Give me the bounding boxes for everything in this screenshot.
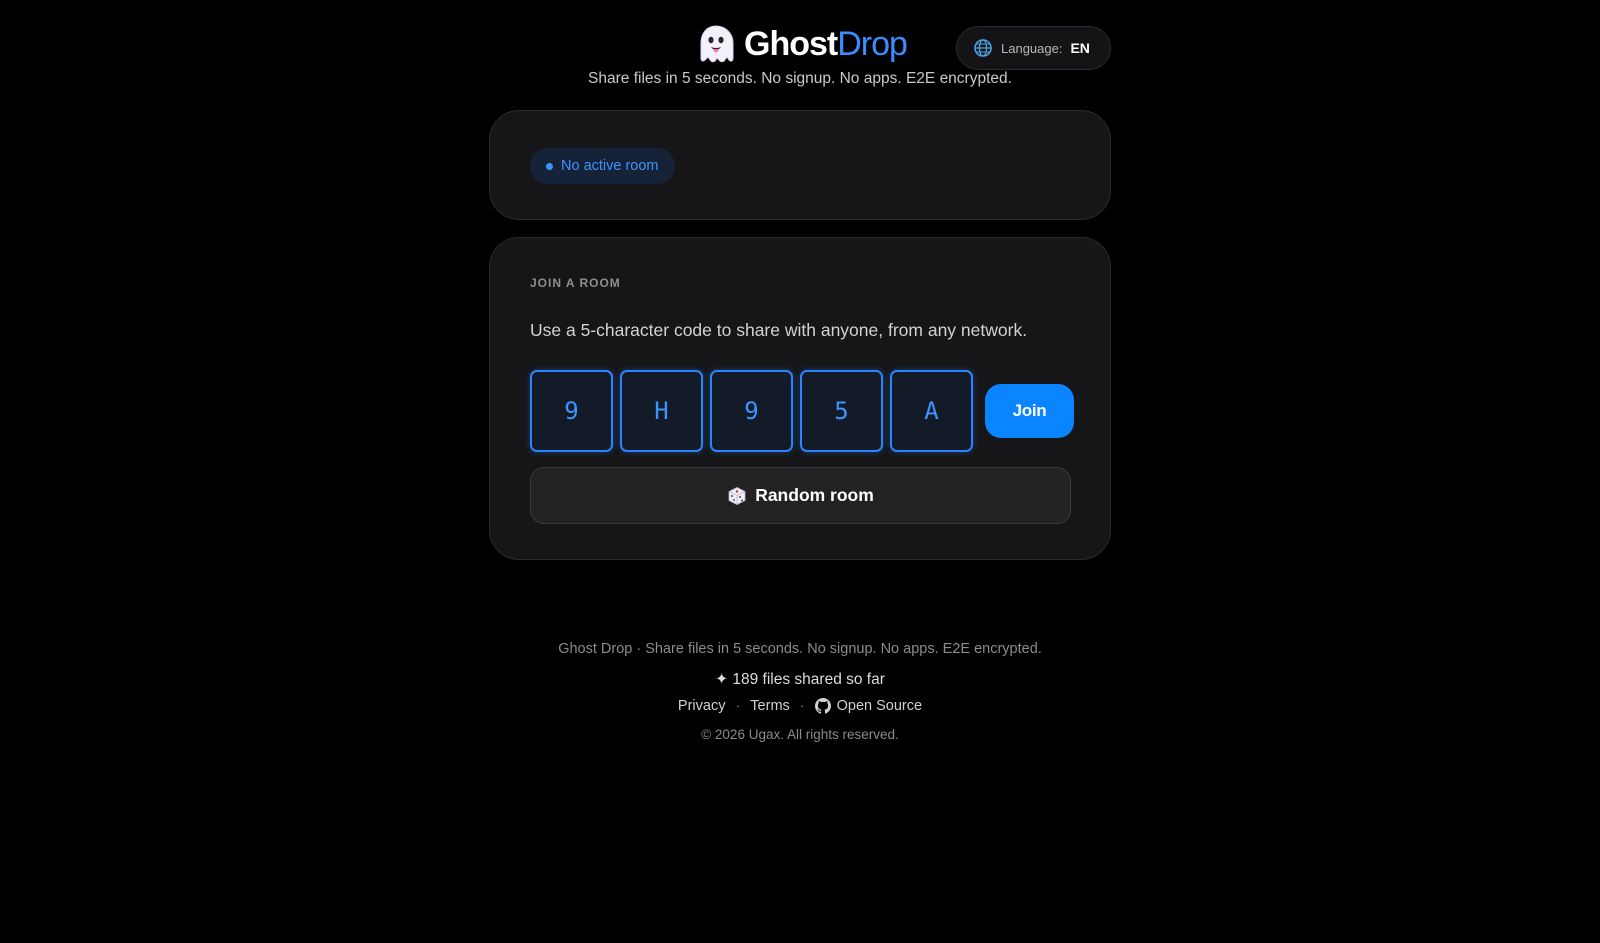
privacy-link[interactable]: Privacy bbox=[678, 698, 726, 714]
language-value: EN bbox=[1070, 40, 1090, 56]
open-source-label: Open Source bbox=[836, 698, 923, 714]
ghost-icon bbox=[700, 25, 734, 63]
room-status-card: No active room bbox=[489, 110, 1111, 220]
github-icon bbox=[814, 698, 831, 714]
room-code-input-group: Join bbox=[530, 370, 1074, 452]
copyright: © 2026 Ugax. All rights reserved. bbox=[701, 727, 899, 742]
join-heading: JOIN A ROOM bbox=[530, 276, 621, 290]
brand-logo[interactable]: GhostDrop bbox=[698, 22, 908, 66]
brand-name-drop: Drop bbox=[837, 25, 908, 63]
code-char-input-2[interactable] bbox=[620, 370, 703, 452]
globe-icon bbox=[974, 39, 992, 57]
random-room-label: Random room bbox=[755, 485, 874, 505]
code-char-input-4[interactable] bbox=[800, 370, 883, 452]
code-char-input-3[interactable] bbox=[710, 370, 793, 452]
status-text: No active room bbox=[561, 158, 659, 174]
brand-name: GhostDrop bbox=[744, 22, 908, 66]
join-room-card: JOIN A ROOM Use a 5-character code to sh… bbox=[489, 237, 1111, 560]
ghostdrop-page: GhostDrop Language: EN Share files in 5 … bbox=[0, 0, 1600, 943]
tagline: Share files in 5 seconds. No signup. No … bbox=[588, 70, 1012, 87]
footer-tagline: Ghost Drop · Share files in 5 seconds. N… bbox=[558, 641, 1042, 657]
language-label: Language: bbox=[1001, 40, 1063, 56]
status-dot-icon bbox=[546, 162, 553, 170]
language-selector[interactable]: Language: EN bbox=[956, 26, 1111, 70]
footer-separator: · bbox=[735, 698, 741, 714]
random-room-button[interactable]: Random room bbox=[530, 467, 1071, 524]
terms-link[interactable]: Terms bbox=[750, 698, 789, 714]
files-shared-counter: ✦ 189 files shared so far bbox=[715, 671, 885, 688]
dice-icon bbox=[728, 486, 746, 505]
status-badge: No active room bbox=[530, 148, 675, 184]
footer-links: Privacy · Terms · Open Source bbox=[0, 698, 1600, 714]
brand-name-ghost: Ghost bbox=[744, 25, 838, 63]
code-char-input-5[interactable] bbox=[890, 370, 973, 452]
join-button[interactable]: Join bbox=[985, 384, 1074, 438]
open-source-link[interactable]: Open Source bbox=[814, 698, 923, 714]
footer-separator: · bbox=[799, 698, 805, 714]
join-description: Use a 5-character code to share with any… bbox=[530, 320, 1028, 340]
code-char-input-1[interactable] bbox=[530, 370, 613, 452]
